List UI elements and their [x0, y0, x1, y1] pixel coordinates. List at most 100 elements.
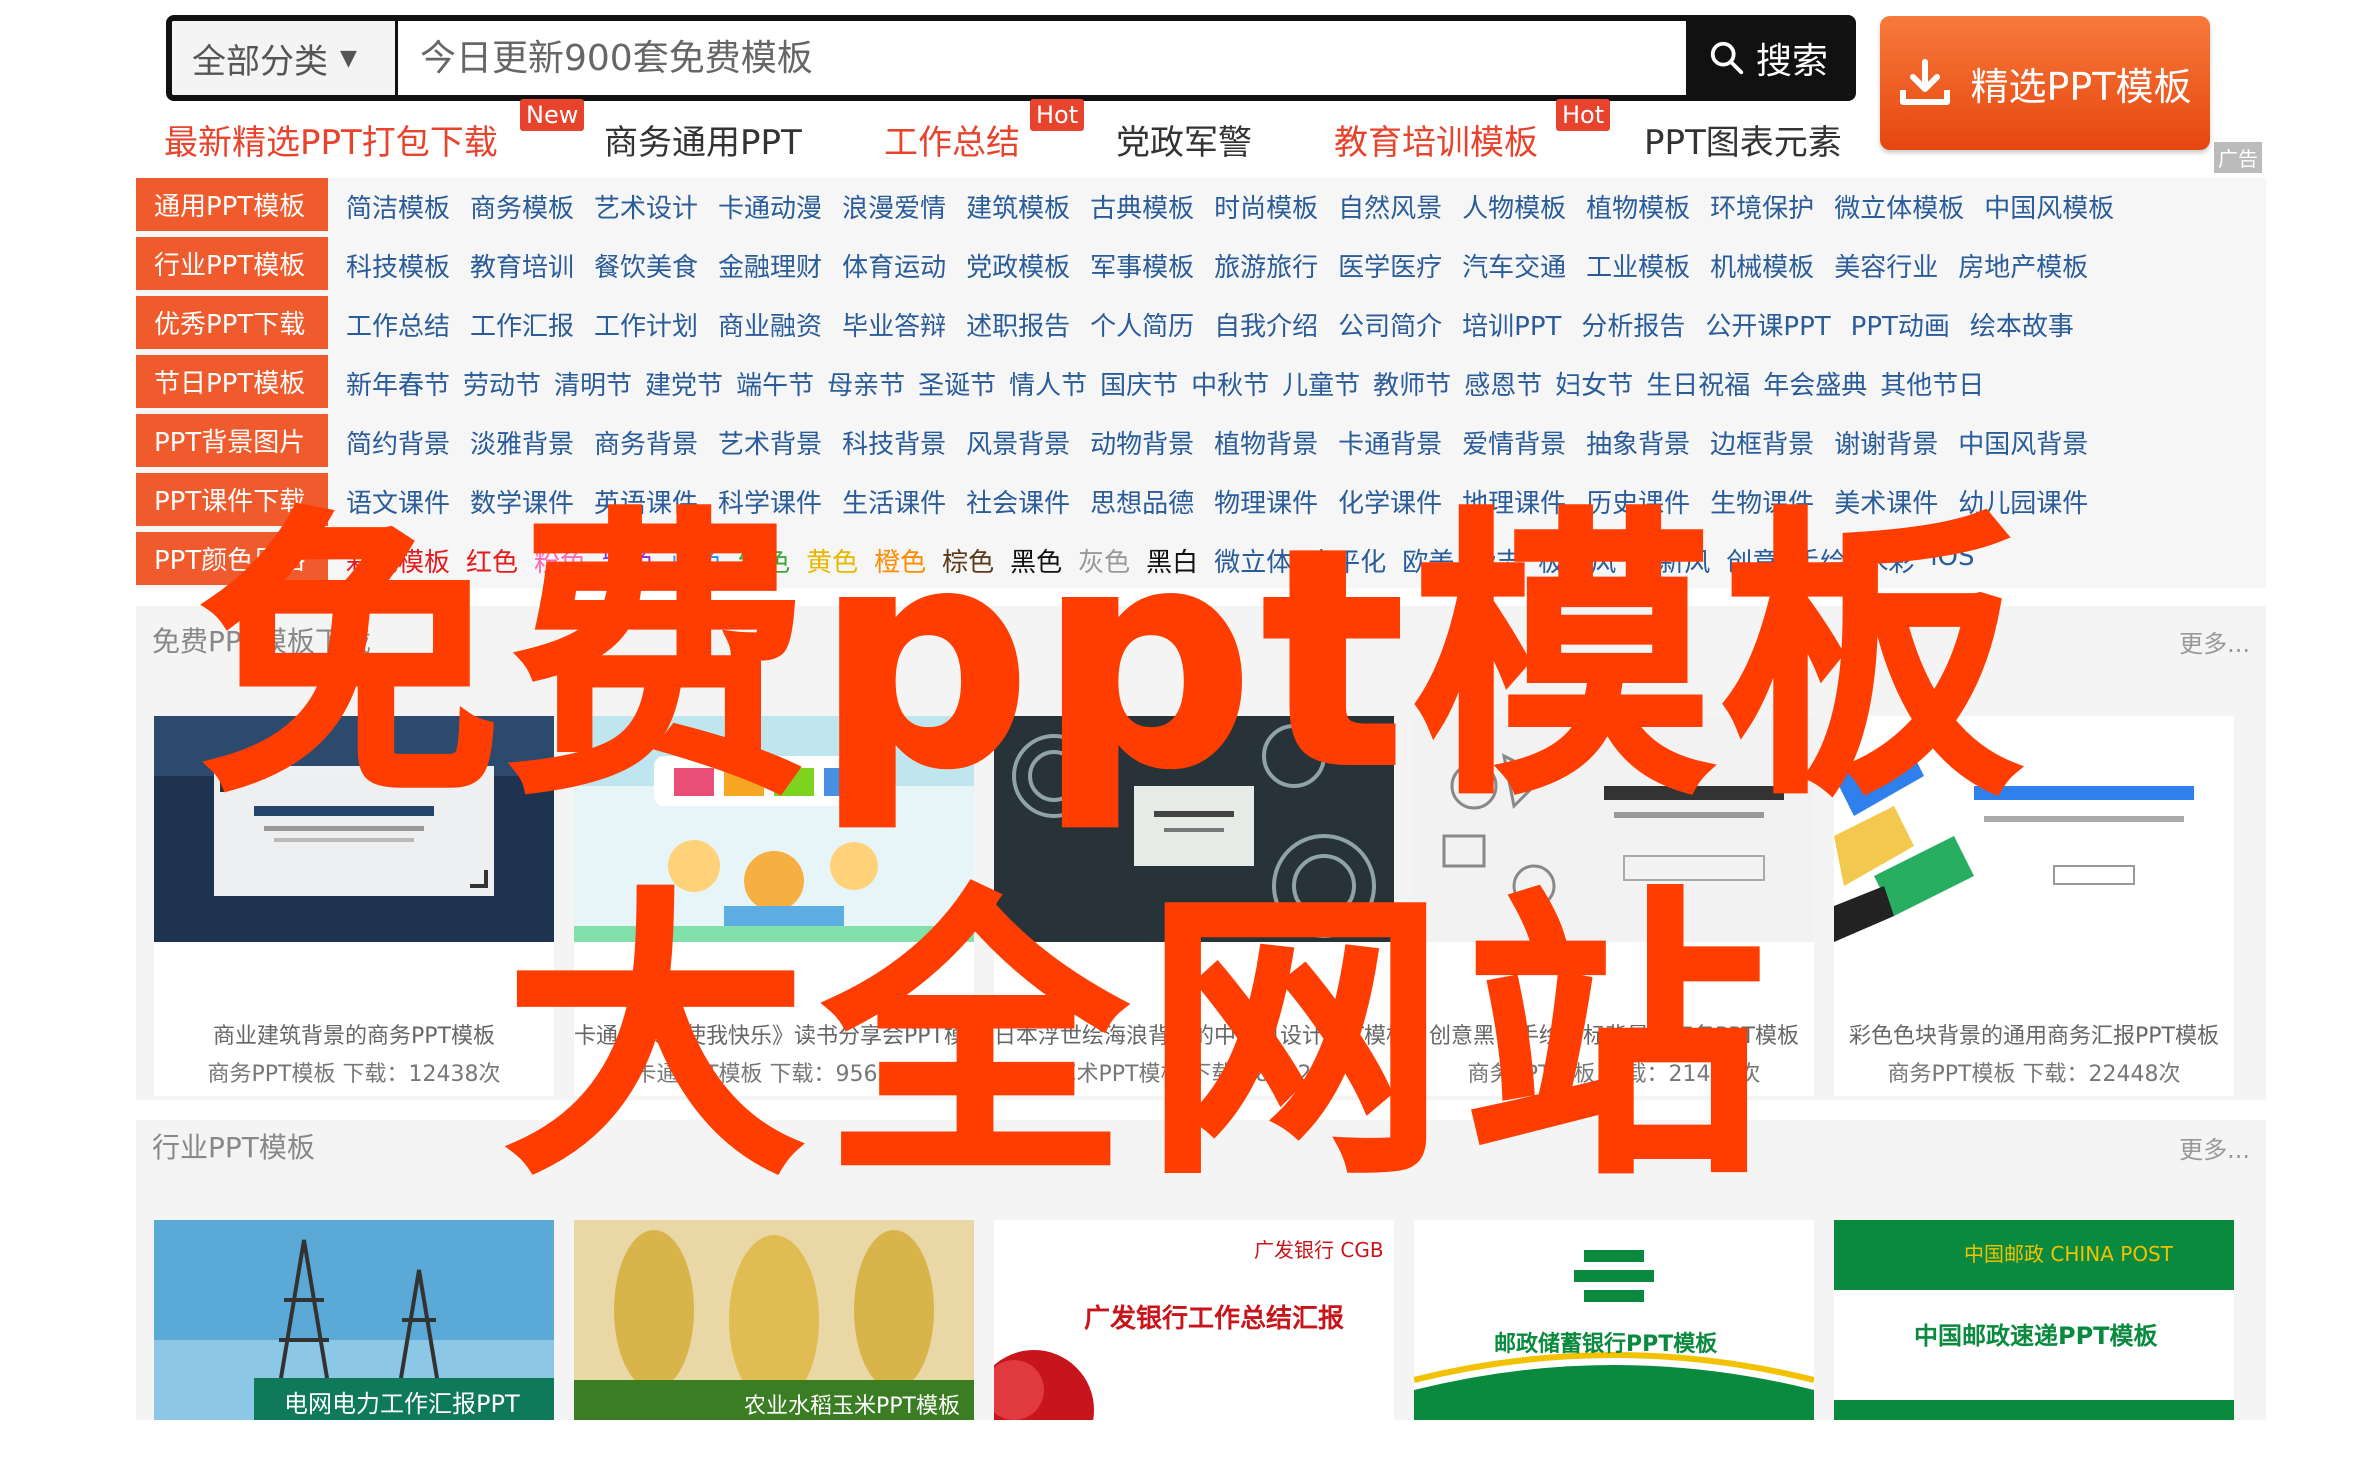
nav-row-head[interactable]: 节日PPT模板 — [136, 355, 328, 411]
nav-link[interactable]: 医学医疗 — [1338, 247, 1442, 284]
nav-link[interactable]: 绘本故事 — [1970, 306, 2074, 343]
hot-link-business[interactable]: 商务通用PPT — [604, 115, 802, 164]
nav-link[interactable]: 述职报告 — [966, 306, 1070, 343]
template-title: 彩色色块背景的通用商务汇报PPT模板 — [1849, 1024, 2219, 1049]
search-button[interactable]: 搜索 — [1686, 21, 1850, 95]
nav-link[interactable]: 感恩节 — [1464, 365, 1542, 402]
template-card[interactable]: 广发银行 CGB 广发银行工作总结汇报 — [994, 1220, 1394, 1420]
nav-link[interactable]: 金融理财 — [718, 247, 822, 284]
nav-link[interactable]: 美容行业 — [1834, 247, 1938, 284]
template-card[interactable]: 中国邮政 CHINA POST 中国邮政速递PPT模板 — [1834, 1220, 2234, 1420]
hot-link-work-summary[interactable]: 工作总结 — [884, 115, 1020, 164]
nav-link[interactable]: 植物模板 — [1586, 188, 1690, 225]
nav-link[interactable]: 古典模板 — [1090, 188, 1194, 225]
template-card[interactable]: 电网电力工作汇报PPT — [154, 1220, 554, 1420]
nav-link[interactable]: 中国风背景 — [1958, 424, 2088, 461]
nav-link[interactable]: 妇女节 — [1555, 365, 1633, 402]
nav-link[interactable]: 新年春节 — [346, 365, 450, 402]
nav-row-head[interactable]: 优秀PPT下载 — [136, 296, 328, 352]
nav-row-head[interactable]: 行业PPT模板 — [136, 237, 328, 293]
nav-link[interactable]: 母亲节 — [827, 365, 905, 402]
nav-link[interactable]: 教育培训 — [470, 247, 574, 284]
nav-link[interactable]: 艺术背景 — [718, 424, 822, 461]
nav-link[interactable]: 体育运动 — [842, 247, 946, 284]
nav-link[interactable]: 建筑模板 — [966, 188, 1070, 225]
nav-link[interactable]: 科技模板 — [346, 247, 450, 284]
nav-link[interactable]: 中国风模板 — [1984, 188, 2114, 225]
nav-link[interactable]: 时尚模板 — [1214, 188, 1318, 225]
hot-link-chart-elements[interactable]: PPT图表元素 — [1644, 115, 1842, 164]
nav-link[interactable]: 建党节 — [645, 365, 723, 402]
nav-link[interactable]: 毕业答辩 — [842, 306, 946, 343]
nav-link[interactable]: 爱情背景 — [1462, 424, 1566, 461]
nav-link[interactable]: 生日祝福 — [1646, 365, 1750, 402]
nav-link[interactable]: 淡雅背景 — [470, 424, 574, 461]
nav-link[interactable]: 国庆节 — [1100, 365, 1178, 402]
nav-link[interactable]: 简洁模板 — [346, 188, 450, 225]
nav-link[interactable]: 军事模板 — [1090, 247, 1194, 284]
nav-link[interactable]: 商务模板 — [470, 188, 574, 225]
hot-link-party-gov[interactable]: 党政军警 — [1116, 115, 1252, 164]
nav-row-head[interactable]: 通用PPT模板 — [136, 178, 328, 234]
nav-link[interactable]: 其他节日 — [1880, 365, 1984, 402]
nav-link[interactable]: 艺术设计 — [594, 188, 698, 225]
nav-link[interactable]: 分析报告 — [1581, 306, 1685, 343]
featured-templates-button[interactable]: 精选PPT模板 — [1880, 16, 2210, 150]
nav-link[interactable]: 边框背景 — [1710, 424, 1814, 461]
nav-link[interactable]: PPT动画 — [1851, 306, 1950, 343]
nav-link[interactable]: 微立体模板 — [1834, 188, 1964, 225]
nav-link[interactable]: 科技背景 — [842, 424, 946, 461]
nav-link[interactable]: 自我介绍 — [1214, 306, 1318, 343]
nav-link[interactable]: 个人简历 — [1090, 306, 1194, 343]
nav-link[interactable]: 工作总结 — [346, 306, 450, 343]
nav-link[interactable]: 环境保护 — [1710, 188, 1814, 225]
nav-link[interactable]: 旅游旅行 — [1214, 247, 1318, 284]
nav-link[interactable]: 抽象背景 — [1586, 424, 1690, 461]
nav-link[interactable]: 简约背景 — [346, 424, 450, 461]
nav-link[interactable]: 自然风景 — [1338, 188, 1442, 225]
nav-link[interactable]: 中秋节 — [1191, 365, 1269, 402]
nav-link[interactable]: 浪漫爱情 — [842, 188, 946, 225]
nav-link[interactable]: 工作计划 — [594, 306, 698, 343]
nav-link[interactable]: 教师节 — [1373, 365, 1451, 402]
more-link[interactable]: 更多... — [2179, 624, 2250, 659]
more-link[interactable]: 更多... — [2179, 1130, 2250, 1165]
nav-link[interactable]: 谢谢背景 — [1834, 424, 1938, 461]
bank-logo: 广发银行 CGB — [1254, 1238, 1384, 1262]
search-input[interactable] — [398, 21, 1686, 95]
nav-link[interactable]: 工作汇报 — [470, 306, 574, 343]
nav-link[interactable]: 公开课PPT — [1705, 306, 1830, 343]
nav-link[interactable]: 汽车交通 — [1462, 247, 1566, 284]
template-thumbnail: 中国邮政 CHINA POST 中国邮政速递PPT模板 — [1834, 1220, 2234, 1420]
nav-link[interactable]: 情人节 — [1009, 365, 1087, 402]
nav-link[interactable]: 工业模板 — [1586, 247, 1690, 284]
nav-link[interactable]: 卡通背景 — [1338, 424, 1442, 461]
hot-link-education[interactable]: 教育培训模板 — [1334, 115, 1538, 164]
nav-link[interactable]: 商务背景 — [594, 424, 698, 461]
nav-link[interactable]: 植物背景 — [1214, 424, 1318, 461]
nav-link[interactable]: 清明节 — [554, 365, 632, 402]
overlay-subheadline: 大全网站 — [503, 865, 1785, 1214]
nav-link[interactable]: 人物模板 — [1462, 188, 1566, 225]
nav-link[interactable]: 儿童节 — [1282, 365, 1360, 402]
nav-link[interactable]: 端午节 — [736, 365, 814, 402]
hot-links: 最新精选PPT打包下载 New 商务通用PPT 工作总结 Hot 党政军警 教育… — [164, 99, 1864, 165]
nav-link[interactable]: 培训PPT — [1462, 306, 1561, 343]
template-card[interactable]: 邮政储蓄银行PPT模板 — [1414, 1220, 1814, 1420]
nav-link[interactable]: 党政模板 — [966, 247, 1070, 284]
nav-link[interactable]: 商业融资 — [718, 306, 822, 343]
nav-link[interactable]: 风景背景 — [966, 424, 1070, 461]
hot-link-new-packs[interactable]: 最新精选PPT打包下载 — [164, 115, 498, 164]
nav-link[interactable]: 劳动节 — [463, 365, 541, 402]
nav-link[interactable]: 年会盛典 — [1763, 365, 1867, 402]
nav-row-head[interactable]: PPT背景图片 — [136, 414, 328, 470]
nav-link[interactable]: 动物背景 — [1090, 424, 1194, 461]
nav-link[interactable]: 机械模板 — [1710, 247, 1814, 284]
nav-link[interactable]: 房地产模板 — [1958, 247, 2088, 284]
template-card[interactable]: 农业水稻玉米PPT模板 — [574, 1220, 974, 1420]
category-select[interactable]: 全部分类 ▼ — [172, 21, 398, 95]
nav-link[interactable]: 餐饮美食 — [594, 247, 698, 284]
nav-link[interactable]: 卡通动漫 — [718, 188, 822, 225]
nav-link[interactable]: 公司简介 — [1338, 306, 1442, 343]
nav-link[interactable]: 圣诞节 — [918, 365, 996, 402]
